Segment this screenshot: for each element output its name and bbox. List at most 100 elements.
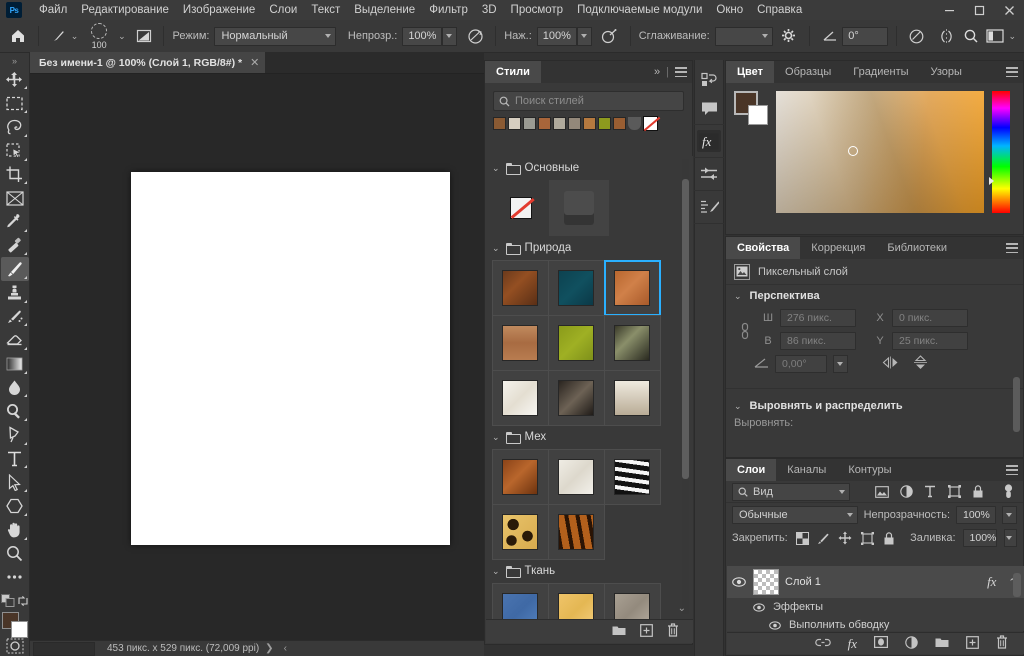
angle-field[interactable]: 0,00°: [775, 355, 827, 373]
opacity-stepper[interactable]: [1002, 506, 1017, 524]
swap-colors-icon[interactable]: [17, 595, 29, 610]
pressure-opacity-icon[interactable]: [463, 24, 487, 48]
close-icon[interactable]: ✕: [250, 56, 259, 69]
style-swatch-none[interactable]: [492, 180, 549, 236]
brush-settings-icon[interactable]: [697, 196, 721, 218]
background-color-swatch[interactable]: [10, 621, 28, 639]
canvas-document[interactable]: [131, 172, 450, 545]
layer-thumbnail[interactable]: [753, 569, 779, 595]
new-item-icon[interactable]: [966, 635, 979, 652]
style-swatch-default[interactable]: [549, 180, 609, 236]
chevron-down-icon[interactable]: ⌄: [492, 163, 500, 174]
zoom-level-field[interactable]: [33, 641, 95, 656]
chevron-down-icon[interactable]: ⌄: [734, 401, 742, 412]
history-icon[interactable]: [697, 69, 721, 91]
canvas-area[interactable]: [30, 74, 484, 640]
panel-menu-icon[interactable]: [1006, 243, 1018, 253]
folder-icon[interactable]: [935, 636, 949, 651]
blend-mode-select[interactable]: Нормальный: [214, 26, 336, 46]
trash-icon[interactable]: [667, 623, 679, 640]
minimize-button[interactable]: [934, 0, 964, 20]
object-selection-tool[interactable]: [1, 139, 29, 163]
menu-text[interactable]: Текст: [304, 0, 347, 20]
filter-swatch-1[interactable]: [493, 117, 506, 130]
menu-file[interactable]: Файл: [32, 0, 74, 20]
style-group-header-nature[interactable]: ⌄ Природа: [486, 236, 693, 260]
style-swatch-zebra[interactable]: [603, 448, 661, 505]
filter-swatch-3[interactable]: [523, 117, 536, 130]
style-swatch-deep-water[interactable]: [547, 259, 605, 316]
angle-stepper[interactable]: [833, 355, 848, 373]
brush-size-control[interactable]: 100: [82, 22, 116, 50]
menu-layers[interactable]: Слои: [262, 0, 304, 20]
layer-row[interactable]: Слой 1 fx ⌃: [727, 566, 1024, 598]
filter-swatch-shape[interactable]: [628, 117, 641, 130]
type-filter-icon[interactable]: [921, 483, 939, 501]
lock-image-icon[interactable]: [816, 529, 831, 547]
adjustment-filter-icon[interactable]: [897, 483, 915, 501]
menu-plugins[interactable]: Подключаемые модули: [570, 0, 709, 20]
clone-stamp-tool[interactable]: [1, 281, 29, 305]
tab-paths[interactable]: Контуры: [837, 459, 903, 481]
menu-help[interactable]: Справка: [750, 0, 809, 20]
path-selection-tool[interactable]: [1, 470, 29, 494]
search-icon[interactable]: [959, 24, 983, 48]
menu-view[interactable]: Просмотр: [504, 0, 571, 20]
tab-patterns[interactable]: Узоры: [919, 61, 973, 83]
fx-icon[interactable]: fx: [848, 636, 857, 652]
eyedropper-tool[interactable]: [1, 210, 29, 234]
healing-brush-tool[interactable]: [1, 234, 29, 258]
mask-icon[interactable]: [874, 636, 889, 651]
new-item-icon[interactable]: [640, 623, 653, 640]
airbrush-icon[interactable]: [598, 24, 622, 48]
tab-color[interactable]: Цвет: [726, 61, 775, 83]
home-icon[interactable]: [6, 24, 30, 48]
layers-scrollbar[interactable]: [1013, 569, 1021, 629]
style-swatch-marble[interactable]: [491, 369, 549, 426]
styles-search-box[interactable]: [493, 91, 684, 111]
style-swatch-sand-cone[interactable]: [603, 369, 661, 426]
pressure-size-icon[interactable]: [905, 24, 929, 48]
comment-icon[interactable]: [697, 97, 721, 119]
menu-image[interactable]: Изображение: [176, 0, 262, 20]
fx-icon[interactable]: fx: [697, 130, 721, 152]
history-brush-tool[interactable]: [1, 305, 29, 329]
filter-swatch-9[interactable]: [613, 117, 626, 130]
move-tool[interactable]: [1, 68, 29, 92]
panel-menu-icon[interactable]: [1006, 67, 1018, 77]
workspace-chevron-icon[interactable]: ⌄: [1008, 31, 1016, 42]
lock-all-icon[interactable]: [881, 529, 896, 547]
y-field[interactable]: 25 пикс.: [892, 332, 968, 350]
smoothing-select[interactable]: [714, 26, 773, 46]
style-group-header-basic[interactable]: ⌄ Основные: [486, 156, 693, 180]
brush-panel-icon[interactable]: [132, 24, 156, 48]
color-spectrum-field[interactable]: [776, 91, 984, 213]
chevron-down-icon[interactable]: ⌄: [492, 432, 500, 443]
lock-position-icon[interactable]: [838, 529, 853, 547]
layer-effects-row[interactable]: Эффекты: [727, 598, 1024, 616]
tab-styles[interactable]: Стили: [485, 61, 541, 83]
magnifier-icon[interactable]: [1, 542, 29, 566]
style-swatch-foliage[interactable]: [603, 314, 661, 371]
style-swatch-white-fur[interactable]: [547, 448, 605, 505]
panel-menu-icon[interactable]: [675, 67, 687, 77]
flow-stepper[interactable]: [576, 26, 592, 46]
chevron-down-icon[interactable]: ⌄: [734, 291, 742, 302]
layer-list[interactable]: Слой 1 fx ⌃ Эффекты Выполнить обводку: [727, 566, 1024, 631]
style-swatch-linen[interactable]: [603, 582, 661, 621]
scrollbar-thumb[interactable]: [682, 179, 689, 479]
eye-icon[interactable]: [767, 620, 783, 630]
properties-scrollbar[interactable]: [1013, 367, 1020, 447]
document-tab[interactable]: Без имени-1 @ 100% (Слой 1, RGB/8#) * ✕: [30, 52, 267, 73]
lasso-tool[interactable]: [1, 115, 29, 139]
layer-filter-select[interactable]: Вид: [732, 482, 850, 501]
style-swatch-rust[interactable]: [603, 259, 661, 316]
eraser-tool[interactable]: [1, 328, 29, 352]
tab-swatches[interactable]: Образцы: [774, 61, 843, 83]
brush-tool[interactable]: [0, 257, 29, 281]
rectangular-marquee-tool[interactable]: [1, 91, 29, 115]
filter-swatch-6[interactable]: [568, 117, 581, 130]
link-icon[interactable]: [814, 638, 831, 650]
polygon-icon[interactable]: [1, 494, 29, 518]
layer-opacity-value[interactable]: 100%: [956, 506, 996, 524]
